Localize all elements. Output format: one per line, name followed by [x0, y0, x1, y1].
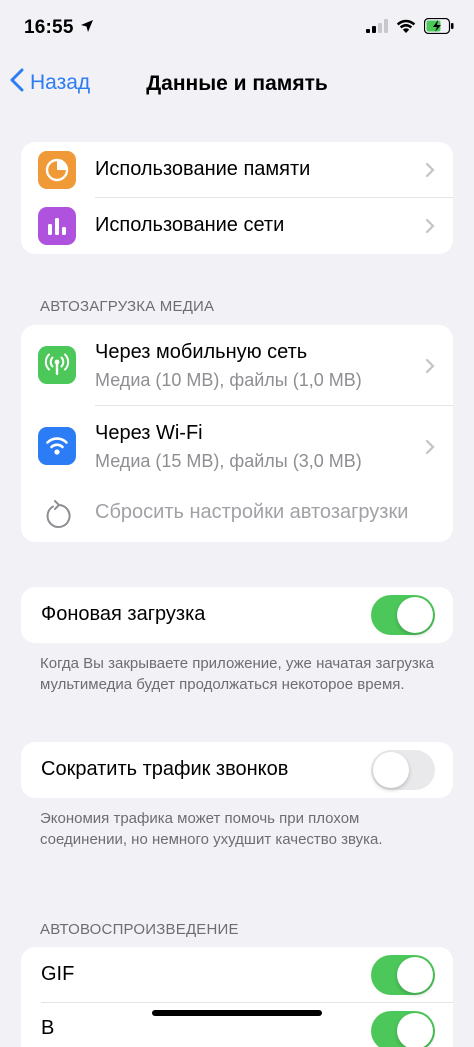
- reset-arrow-icon: [45, 500, 73, 535]
- background-download-toggle[interactable]: [371, 595, 435, 635]
- chevron-right-icon: [425, 162, 435, 178]
- call-traffic-toggle[interactable]: [371, 750, 435, 790]
- toggle-knob: [373, 752, 409, 788]
- wifi-status-icon: [396, 19, 416, 39]
- wifi-download-subtitle: Медиа (15 MB), файлы (3,0 MB): [95, 451, 362, 471]
- section-header-media-autodownload: АВТОЗАГРУЗКА МЕДИА: [40, 298, 215, 315]
- home-indicator: [152, 1010, 322, 1016]
- background-download-label: Фоновая загрузка: [41, 603, 206, 625]
- chevron-right-icon: [425, 218, 435, 234]
- section-header-autoplay: АВТОВОСПРОИЗВЕДЕНИЕ: [40, 921, 239, 938]
- cellular-download-title: Через мобильную сеть: [95, 341, 308, 363]
- call-traffic-row: Сократить трафик звонков: [21, 742, 453, 798]
- status-indicators: [366, 17, 454, 39]
- status-bar: 16:55: [0, 0, 474, 56]
- media-autodownload-group: Через мобильную сеть Медиа (10 MB), файл…: [21, 325, 453, 542]
- autoplay-gif-row: GIF: [21, 947, 453, 1003]
- call-traffic-footer: Экономия трафика может помочь при плохом…: [40, 810, 383, 848]
- call-traffic-group: Сократить трафик звонков: [21, 742, 453, 798]
- toggle-knob: [397, 1013, 433, 1047]
- chevron-right-icon: [425, 358, 435, 374]
- storage-usage-label: Использование памяти: [95, 158, 311, 180]
- autoplay-gif-label: GIF: [41, 963, 75, 985]
- autoplay-group: GIF В: [21, 947, 453, 1047]
- toggle-knob: [397, 957, 433, 993]
- autoplay-video-label: В: [41, 1017, 55, 1039]
- background-download-row: Фоновая загрузка: [21, 587, 453, 643]
- list-item-storage-usage[interactable]: Использование памяти: [21, 142, 453, 198]
- autoplay-gif-toggle[interactable]: [371, 955, 435, 995]
- autoplay-video-toggle[interactable]: [371, 1011, 435, 1047]
- call-traffic-label: Сократить трафик звонков: [41, 758, 289, 780]
- battery-charging-icon: [423, 17, 454, 39]
- chevron-right-icon: [425, 439, 435, 455]
- location-arrow-icon: [80, 19, 94, 38]
- background-download-footer: Когда Вы закрываете приложение, уже нача…: [40, 655, 434, 693]
- wifi-icon: [38, 427, 76, 465]
- network-usage-label: Использование сети: [95, 214, 285, 236]
- wifi-download-title: Через Wi-Fi: [95, 422, 203, 444]
- status-time: 16:55: [24, 17, 74, 38]
- network-bars-icon: [38, 207, 76, 245]
- list-item-cellular-download[interactable]: Через мобильную сеть Медиа (10 MB), файл…: [21, 325, 453, 406]
- storage-pie-icon: [38, 151, 76, 189]
- list-item-network-usage[interactable]: Использование сети: [21, 198, 453, 254]
- cellular-antenna-icon: [38, 346, 76, 384]
- navigation-bar: Назад Данные и память: [0, 60, 474, 108]
- background-download-group: Фоновая загрузка: [21, 587, 453, 643]
- toggle-knob: [397, 597, 433, 633]
- usage-group: Использование памяти Использование сети: [21, 142, 453, 254]
- list-item-wifi-download[interactable]: Через Wi-Fi Медиа (15 MB), файлы (3,0 MB…: [21, 406, 453, 487]
- page-title: Данные и память: [146, 72, 328, 95]
- cellular-download-subtitle: Медиа (10 MB), файлы (1,0 MB): [95, 370, 362, 390]
- cellular-signal-icon: [366, 19, 388, 38]
- reset-autodownload-label: Сбросить настройки автозагрузки: [95, 501, 409, 523]
- reset-autodownload-button[interactable]: Сбросить настройки автозагрузки: [21, 487, 453, 542]
